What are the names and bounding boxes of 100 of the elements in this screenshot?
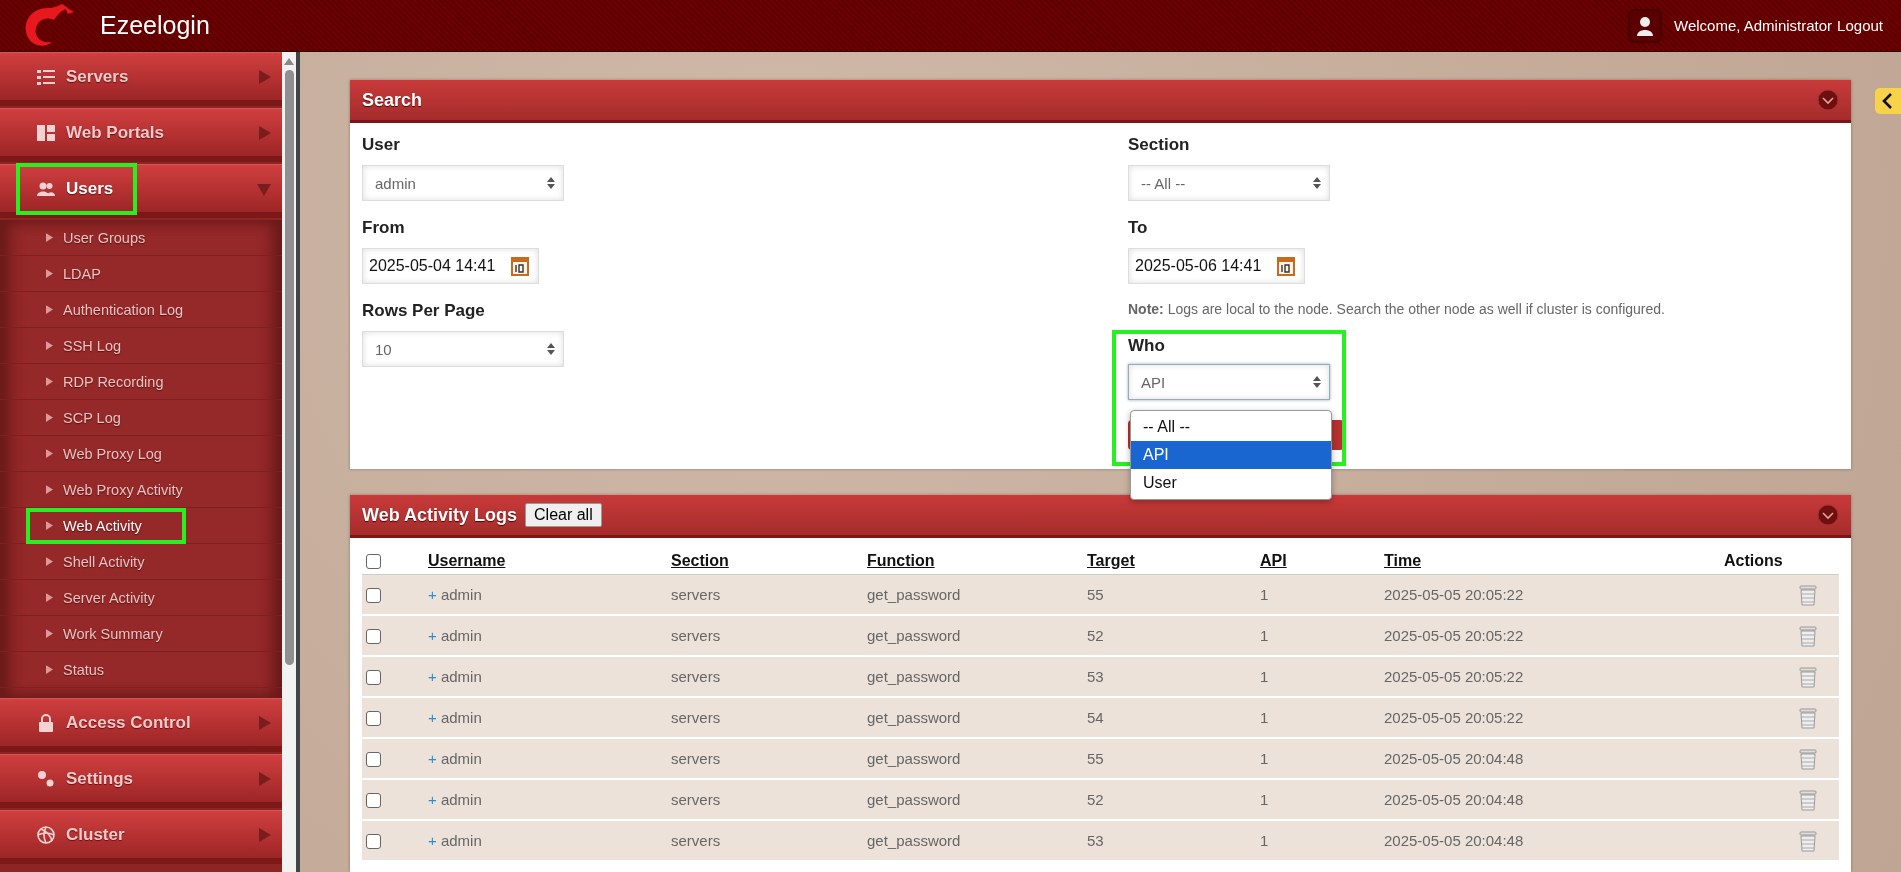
submenu-label: Web Activity (63, 517, 142, 534)
dropdown-option[interactable]: API (1131, 441, 1331, 469)
dropdown-option[interactable]: User (1131, 469, 1331, 497)
note-text: Note: Logs are local to the node. Search the other node as well if cluster is configured. (1128, 301, 1666, 317)
table-cell: get_password (867, 750, 961, 767)
table-cell: servers (671, 586, 721, 603)
table-cell: servers (671, 750, 721, 767)
expand-toggle[interactable]: + (428, 627, 437, 644)
row-checkbox[interactable] (366, 793, 381, 809)
row-checkbox[interactable] (366, 629, 381, 645)
right-triangle-icon (256, 124, 272, 141)
sort-link[interactable]: Time (1384, 552, 1422, 569)
chevron-left-icon[interactable] (1875, 88, 1901, 114)
collapse-icon[interactable] (1817, 89, 1839, 111)
row-checkbox[interactable] (366, 834, 381, 850)
expand-toggle[interactable]: + (428, 586, 437, 603)
sort-link[interactable]: Function (867, 552, 935, 569)
field-label: To (1128, 218, 1149, 238)
submenu-label: Server Activity (63, 589, 155, 606)
row-checkbox[interactable] (366, 588, 381, 604)
sidebar-label: Web Portals (20, 110, 184, 155)
field-label: Section (1128, 135, 1191, 155)
table-cell: admin (440, 668, 482, 685)
submenu-label: User Groups (63, 229, 146, 246)
row-checkbox[interactable] (366, 752, 381, 768)
submenu-label: Web Proxy Activity (63, 481, 183, 498)
table-cell: 1 (1260, 709, 1269, 726)
table-cell: 1 (1260, 586, 1269, 603)
submenu-item[interactable]: Web Activity (0, 508, 282, 544)
sidebar-item[interactable]: Servers (0, 52, 282, 106)
table-cell: admin (440, 791, 482, 808)
table-cell: 2025-05-05 20:05:22 (1384, 586, 1524, 603)
sidebar-item[interactable]: Cluster (0, 810, 282, 864)
expand-toggle[interactable]: + (428, 709, 437, 726)
sidebar-item[interactable]: Web Portals (0, 108, 282, 162)
clear-all-button[interactable]: Clear all (525, 503, 602, 527)
dropdown-option[interactable]: -- All -- (1131, 413, 1331, 441)
select-field[interactable]: API (1128, 364, 1330, 400)
table-cell: 55 (1087, 750, 1104, 767)
table-cell: 1 (1260, 627, 1269, 644)
sidebar-item[interactable]: Access Control (0, 698, 282, 752)
table-cell: servers (671, 627, 721, 644)
table-cell: servers (671, 791, 721, 808)
panel-title: Web Activity Logs (362, 504, 518, 526)
table-cell: 2025-05-05 20:04:48 (1384, 750, 1524, 767)
updown-icon (547, 342, 555, 356)
table-cell: servers (671, 668, 721, 685)
gears-icon (36, 768, 56, 789)
calendar-icon[interactable] (510, 255, 530, 277)
select-field[interactable]: 10 (362, 331, 564, 367)
bullet-triangle-icon (46, 341, 53, 350)
table-cell: 52 (1087, 791, 1104, 808)
table-cell: servers (671, 709, 721, 726)
select-field[interactable]: admin (362, 165, 564, 201)
sort-link[interactable]: Target (1087, 552, 1135, 569)
select-all-checkbox[interactable] (366, 554, 381, 570)
scroll-up-icon[interactable] (283, 56, 295, 66)
sidebar-item[interactable]: Settings (0, 754, 282, 808)
table-cell: 52 (1087, 627, 1104, 644)
select-field[interactable]: -- All -- (1128, 165, 1330, 201)
expand-toggle[interactable]: + (428, 750, 437, 767)
calendar-icon[interactable] (1276, 255, 1296, 277)
bullet-triangle-icon (46, 233, 53, 242)
table-cell: admin (440, 627, 482, 644)
sort-link[interactable]: API (1260, 552, 1287, 569)
table-cell: admin (440, 832, 482, 849)
submenu-label: LDAP (63, 265, 101, 282)
row-checkbox[interactable] (366, 711, 381, 727)
sort-link[interactable]: Section (671, 552, 729, 569)
table-cell: servers (671, 832, 721, 849)
sort-link[interactable]: Username (428, 552, 506, 569)
row-checkbox[interactable] (366, 670, 381, 686)
expand-toggle[interactable]: + (428, 668, 437, 685)
table-cell: get_password (867, 832, 961, 849)
scrollbar[interactable] (282, 52, 300, 872)
updown-icon (1313, 375, 1321, 389)
sidebar-item[interactable]: Users (0, 164, 282, 218)
bullet-triangle-icon (46, 593, 53, 602)
sidebar-label: Users (20, 166, 134, 211)
bullet-triangle-icon (46, 629, 53, 638)
table-cell: 55 (1087, 586, 1104, 603)
table-cell: 1 (1260, 750, 1269, 767)
logout-link[interactable]: Logout (1837, 17, 1883, 34)
updown-icon (547, 176, 555, 190)
user-avatar-icon (1628, 8, 1662, 43)
right-triangle-icon (256, 68, 272, 85)
expand-toggle[interactable]: + (428, 791, 437, 808)
collapse-icon[interactable] (1817, 504, 1839, 526)
bullet-triangle-icon (46, 413, 53, 422)
table-cell: 53 (1087, 668, 1104, 685)
bullet-triangle-icon (46, 557, 53, 566)
submenu-label: RDP Recording (63, 373, 164, 390)
submenu-label: Authentication Log (63, 301, 184, 318)
table-cell: 54 (1087, 709, 1104, 726)
expand-toggle[interactable]: + (428, 832, 437, 849)
ball-icon (36, 824, 56, 845)
date-field[interactable]: 2025-05-06 14:41 (1128, 248, 1305, 284)
welcome-text: Welcome, Administrator (1674, 17, 1833, 34)
submenu-label: Status (63, 661, 105, 678)
date-field[interactable]: 2025-05-04 14:41 (362, 248, 539, 284)
